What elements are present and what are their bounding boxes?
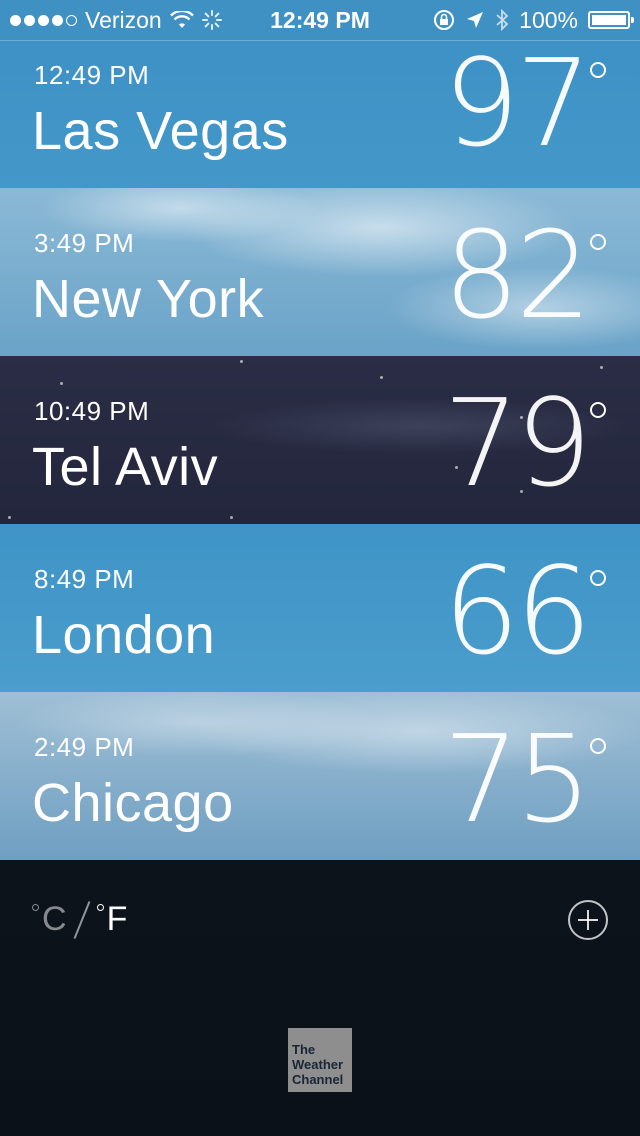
battery-icon [588, 11, 634, 29]
city-temperature: 97 [443, 35, 592, 174]
status-bar-right: 100% [433, 0, 634, 40]
city-local-time: 2:49 PM [34, 732, 135, 762]
city-row-tel-aviv[interactable]: 10:49 PM Tel Aviv 79 [0, 356, 640, 524]
city-name: New York [32, 269, 265, 329]
degree-icon [590, 570, 606, 586]
rotation-lock-icon [434, 10, 455, 30]
fahrenheit-option[interactable]: F [96, 900, 128, 939]
city-row-london[interactable]: 8:49 PM London 66 [0, 524, 640, 692]
weather-app-screen: Verizon 12:49 PM 100% 12:49 PM Las Vegas… [0, 0, 640, 1136]
city-temperature: 79 [443, 375, 592, 514]
city-name: Chicago [32, 773, 234, 833]
city-row-las-vegas[interactable]: 12:49 PM Las Vegas 97 [0, 20, 640, 188]
celsius-label: C [42, 900, 67, 938]
degree-icon [590, 402, 606, 418]
status-bar: Verizon 12:49 PM 100% [0, 0, 640, 41]
weather-channel-logo[interactable]: The Weather Channel [288, 1028, 352, 1092]
celsius-option[interactable]: C [32, 900, 67, 939]
city-row-new-york[interactable]: 3:49 PM New York 82 [0, 188, 640, 356]
city-local-time: 10:49 PM [34, 396, 150, 426]
city-temperature: 75 [443, 711, 592, 850]
logo-line-3: Channel [292, 1072, 344, 1087]
degree-icon [590, 62, 606, 78]
city-row-chicago[interactable]: 2:49 PM Chicago 75 [0, 692, 640, 860]
battery-percent: 100% [519, 7, 578, 33]
add-city-button[interactable] [568, 900, 608, 940]
degree-icon [96, 904, 104, 911]
bluetooth-icon [496, 9, 509, 31]
city-local-time: 8:49 PM [34, 564, 135, 594]
logo-line-2: Weather [292, 1057, 344, 1072]
degree-icon [590, 738, 606, 754]
city-temperature: 82 [443, 207, 592, 346]
location-arrow-icon [467, 12, 484, 28]
degree-icon [32, 904, 39, 911]
city-name: Tel Aviv [32, 437, 219, 497]
unit-divider [73, 901, 90, 939]
city-local-time: 12:49 PM [34, 60, 150, 90]
degree-icon [590, 234, 606, 250]
unit-toggle[interactable]: C F [32, 900, 127, 940]
city-temperature: 66 [443, 543, 592, 682]
fahrenheit-label: F [106, 900, 128, 938]
city-name: London [32, 605, 216, 665]
logo-line-1: The [292, 1042, 316, 1057]
city-local-time: 3:49 PM [34, 228, 135, 258]
footer: C F The Weather Channel [0, 860, 640, 1136]
city-name: Las Vegas [32, 101, 289, 161]
